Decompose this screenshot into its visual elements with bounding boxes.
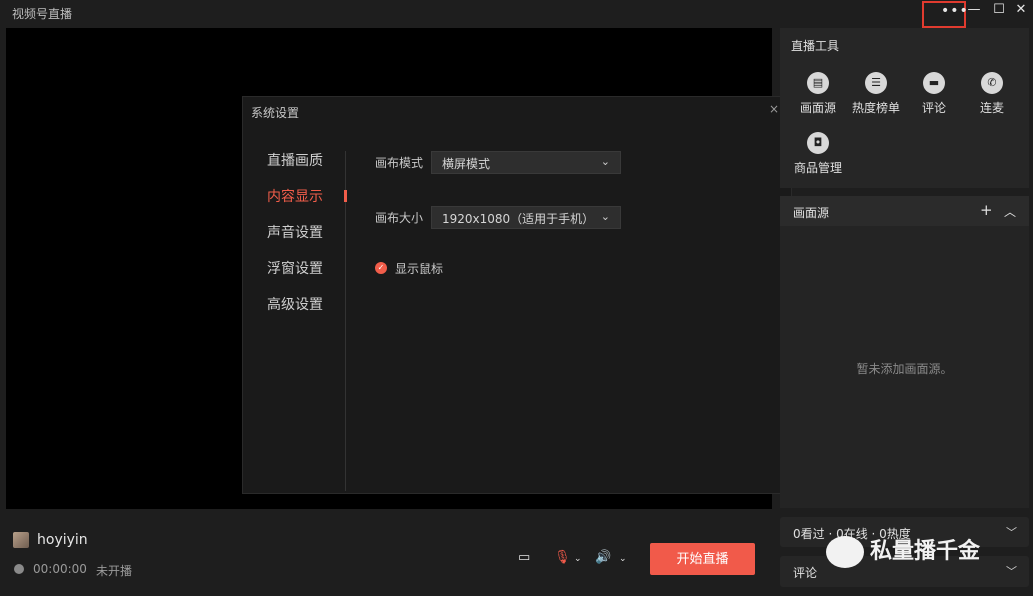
source-title: 画面源 xyxy=(793,206,830,220)
nav-item-audio[interactable]: 声音设置 xyxy=(267,225,323,261)
speaker-icon[interactable]: 🔊 xyxy=(595,550,611,565)
settings-dialog: 系统设置 × 直播画质 内容显示 声音设置 浮窗设置 高级设置 画布模式 横屏模… xyxy=(242,96,792,494)
tool-co-host[interactable]: ✆ 连麦 xyxy=(962,72,1022,116)
app-title: 视频号直播 xyxy=(12,7,73,21)
empty-source-text: 暂未添加画面源。 xyxy=(856,362,953,376)
canvas-size-value: 1920x1080（适用于手机） xyxy=(442,212,595,226)
dialog-close-icon[interactable]: × xyxy=(769,102,779,116)
nav-divider xyxy=(345,151,346,491)
start-live-button[interactable]: 开始直播 xyxy=(650,543,755,575)
tool-co-host-label: 连麦 xyxy=(979,101,1004,115)
tools-title: 直播工具 xyxy=(791,39,840,53)
maximize-icon[interactable]: ☐ xyxy=(989,2,1009,17)
watermark: 私量播千金 xyxy=(826,533,980,568)
close-icon[interactable]: ✕ xyxy=(1011,2,1031,17)
document-icon: ▤ xyxy=(807,72,829,94)
rotate-icon[interactable]: ▭ xyxy=(518,550,530,565)
chevron-up-icon[interactable]: ︿ xyxy=(1004,203,1016,220)
tool-comments-label: 评论 xyxy=(921,101,946,115)
chevron-down-icon: ﹀ xyxy=(1006,526,1017,539)
live-timer: 00:00:00 xyxy=(33,562,87,576)
minimize-icon[interactable]: — xyxy=(964,2,984,17)
dialog-title: 系统设置 xyxy=(251,106,300,120)
canvas-mode-label: 画布模式 xyxy=(375,156,424,170)
nav-item-content-display[interactable]: 内容显示 xyxy=(267,189,323,225)
tool-rankings[interactable]: ☰ 热度榜单 xyxy=(846,72,906,116)
clock-icon xyxy=(14,564,24,574)
show-cursor-checkbox[interactable]: ✓ xyxy=(375,262,387,274)
avatar xyxy=(13,532,29,548)
tool-comments[interactable]: ▬ 评论 xyxy=(904,72,964,116)
nav-item-floating-window[interactable]: 浮窗设置 xyxy=(267,261,323,297)
tool-products[interactable]: ◘ 商品管理 xyxy=(788,132,848,176)
wechat-icon xyxy=(826,536,864,568)
chevron-down-icon[interactable]: ⌄ xyxy=(619,554,627,564)
active-nav-indicator xyxy=(344,190,347,202)
nav-item-quality[interactable]: 直播画质 xyxy=(267,153,323,189)
source-header: 画面源 + ︿ xyxy=(780,196,1029,226)
live-tools-panel: 直播工具 ▤ 画面源 ☰ 热度榜单 ▬ 评论 ✆ 连麦 ◘ 商品管理 xyxy=(780,28,1029,188)
add-icon[interactable]: + xyxy=(980,201,993,219)
comment-label: 评论 xyxy=(793,566,818,580)
chevron-down-icon: ⌄ xyxy=(600,210,610,223)
source-panel: 画面源 + ︿ 暂未添加画面源。 xyxy=(780,196,1029,508)
canvas-mode-value: 横屏模式 xyxy=(442,157,491,171)
watermark-text: 私量播千金 xyxy=(870,539,981,564)
canvas-size-label: 画布大小 xyxy=(375,211,424,225)
chevron-down-icon[interactable]: ⌄ xyxy=(574,554,582,564)
tool-source[interactable]: ▤ 画面源 xyxy=(788,72,848,116)
canvas-size-select[interactable]: 1920x1080（适用于手机） ⌄ xyxy=(431,206,621,229)
tool-rankings-label: 热度榜单 xyxy=(851,101,900,115)
tool-products-label: 商品管理 xyxy=(793,161,842,175)
settings-nav: 直播画质 内容显示 声音设置 浮窗设置 高级设置 xyxy=(267,153,323,333)
mic-muted-icon[interactable]: 🎙 xyxy=(554,550,571,565)
chevron-down-icon: ⌄ xyxy=(600,155,610,168)
title-bar: 视频号直播 ••• — ☐ ✕ xyxy=(0,0,1033,28)
list-icon: ☰ xyxy=(865,72,887,94)
chevron-down-icon: ﹀ xyxy=(1006,565,1017,578)
nav-item-advanced[interactable]: 高级设置 xyxy=(267,297,323,333)
phone-icon: ✆ xyxy=(981,72,1003,94)
show-cursor-label[interactable]: 显示鼠标 xyxy=(395,260,443,277)
tool-source-label: 画面源 xyxy=(799,101,836,115)
live-status: 未开播 xyxy=(96,564,133,578)
comment-icon: ▬ xyxy=(923,72,945,94)
canvas-mode-select[interactable]: 横屏模式 ⌄ xyxy=(431,151,621,174)
username: hoyiyin xyxy=(37,532,88,548)
shopping-bag-icon: ◘ xyxy=(807,132,829,154)
